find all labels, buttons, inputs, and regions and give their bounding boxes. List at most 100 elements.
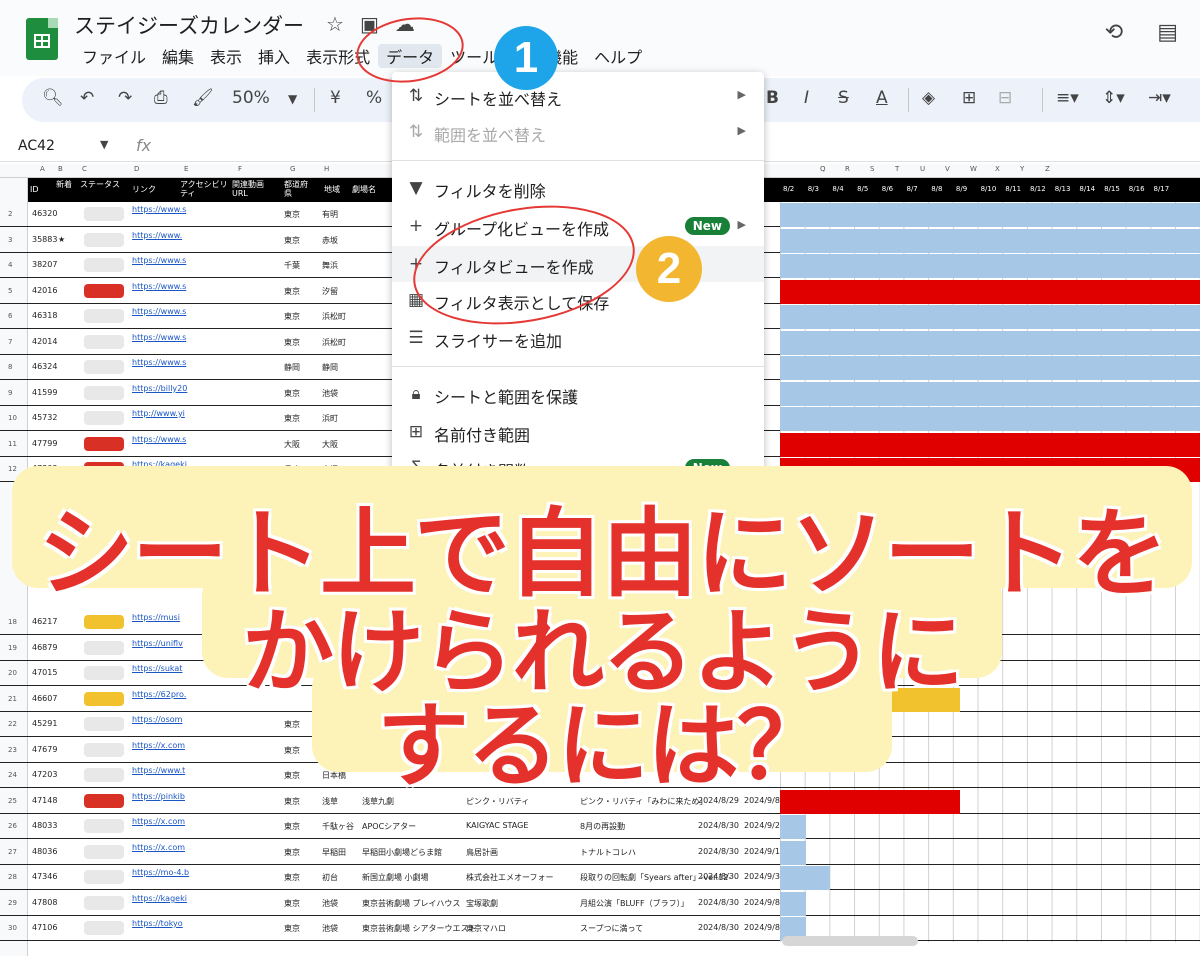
fill-color-icon[interactable]: ◈	[922, 88, 935, 108]
header-status[interactable]: ステータス	[80, 180, 120, 189]
paint-format-icon[interactable]: 🖌︎	[192, 88, 214, 108]
menu-item-add-slicer[interactable]: ☰ スライサーを追加	[392, 320, 764, 356]
date-header-cell[interactable]: 8/4	[832, 185, 843, 193]
column-letter[interactable]: X	[995, 165, 1000, 173]
cell-link[interactable]: https://www.s	[132, 307, 186, 316]
table-row[interactable]: 27 48036 https://x.com 東京 早稲田 早稲田小劇場どらま館 鳥居計画 ト…	[0, 840, 1200, 866]
menu-item-sort-sheet[interactable]: ⇅ シートを並べ替え ▶	[392, 78, 764, 114]
date-header-cell[interactable]: 8/8	[931, 185, 942, 193]
date-header-cell[interactable]: 8/6	[882, 185, 893, 193]
comments-icon[interactable]: ▤	[1157, 20, 1178, 45]
menu-view[interactable]: 表示	[202, 44, 250, 68]
date-header-cell[interactable]: 8/13	[1055, 185, 1071, 193]
cell-link[interactable]: https://www.s	[132, 256, 186, 265]
cell-link[interactable]: https://www.s	[132, 358, 186, 367]
header-accessibility[interactable]: アクセシビリティ	[180, 180, 228, 198]
header-area[interactable]: 地域	[324, 185, 340, 194]
column-letter[interactable]: S	[870, 165, 874, 173]
bold-icon[interactable]: B	[766, 88, 779, 108]
table-row[interactable]: 29 47808 https://kageki 東京 池袋 東京芸術劇場 プレイハウス 宝塚…	[0, 891, 1200, 917]
cell-link[interactable]: https://www.	[132, 231, 182, 240]
menu-file[interactable]: ファイル	[74, 44, 154, 68]
header-new[interactable]: 新着	[56, 180, 72, 189]
date-header-cell[interactable]: 8/11	[1005, 185, 1021, 193]
column-letter[interactable]: Y	[1020, 165, 1024, 173]
date-header-cell[interactable]: 8/5	[857, 185, 868, 193]
column-letter[interactable]: G	[290, 165, 295, 173]
column-letter[interactable]: B	[58, 165, 63, 173]
zoom-select[interactable]: 50%	[232, 88, 270, 108]
menu-item-remove-filter[interactable]: ▼ フィルタを削除	[392, 170, 764, 206]
version-history-icon[interactable]: ⟲	[1105, 20, 1123, 45]
date-header-cell[interactable]: 8/2	[783, 185, 794, 193]
vertical-align-icon[interactable]: ⇕▾	[1102, 88, 1125, 108]
column-letter[interactable]: Z	[1045, 165, 1050, 173]
column-letter[interactable]: D	[134, 165, 139, 173]
menu-help[interactable]: ヘルプ	[586, 44, 650, 68]
column-letter[interactable]: T	[895, 165, 899, 173]
date-header-cell[interactable]: 8/16	[1129, 185, 1145, 193]
column-letter[interactable]: E	[184, 165, 188, 173]
status-dropdown[interactable]	[84, 411, 124, 425]
redo-icon[interactable]: ↷	[118, 88, 132, 108]
column-letter[interactable]: W	[970, 165, 977, 173]
status-dropdown[interactable]	[84, 896, 124, 910]
cell-link[interactable]: https://x.com	[132, 817, 185, 826]
column-letter[interactable]: C	[82, 165, 87, 173]
sheets-logo-icon[interactable]	[26, 18, 58, 60]
text-wrap-icon[interactable]: ⇥▾	[1148, 88, 1171, 108]
date-header-cell[interactable]: 8/12	[1030, 185, 1046, 193]
date-header-cell[interactable]: 8/17	[1154, 185, 1170, 193]
column-letter[interactable]: U	[920, 165, 925, 173]
header-link[interactable]: リンク	[132, 185, 156, 194]
date-header-cell[interactable]: 8/7	[907, 185, 918, 193]
status-dropdown[interactable]	[84, 386, 124, 400]
status-dropdown[interactable]	[84, 819, 124, 833]
menu-edit[interactable]: 編集	[154, 44, 202, 68]
merge-cells-icon[interactable]: ⊟	[998, 88, 1012, 108]
name-box-chevron-icon[interactable]: ▼	[100, 138, 108, 151]
date-header-cell[interactable]: 8/10	[981, 185, 997, 193]
status-dropdown[interactable]	[84, 845, 124, 859]
column-letter[interactable]: R	[845, 165, 850, 173]
text-color-icon[interactable]: A	[876, 88, 888, 108]
header-prefecture[interactable]: 都道府県	[284, 180, 314, 198]
status-dropdown[interactable]	[84, 870, 124, 884]
print-icon[interactable]: ⎙	[154, 88, 168, 108]
status-dropdown[interactable]	[84, 233, 124, 247]
status-dropdown[interactable]	[84, 921, 124, 935]
status-dropdown[interactable]	[84, 335, 124, 349]
cell-link[interactable]: https://billy20	[132, 384, 187, 393]
column-letter[interactable]: Q	[820, 165, 826, 173]
status-dropdown[interactable]	[84, 360, 124, 374]
date-header-cell[interactable]: 8/3	[808, 185, 819, 193]
horizontal-scrollbar[interactable]	[782, 936, 918, 946]
menu-insert[interactable]: 挿入	[250, 44, 298, 68]
status-dropdown[interactable]	[84, 284, 124, 298]
currency-format-button[interactable]: ¥	[330, 88, 341, 108]
document-title[interactable]: ステイジーズカレンダー	[74, 10, 304, 40]
header-id[interactable]: ID	[30, 185, 39, 194]
borders-icon[interactable]: ⊞	[962, 88, 976, 108]
column-letter[interactable]: V	[945, 165, 950, 173]
cell-link[interactable]: https://www.s	[132, 333, 186, 342]
table-row[interactable]: 30 47106 https://tokyo 東京 池袋 東京芸術劇場 シアターウエスト東…	[0, 916, 1200, 942]
name-box[interactable]: AC42	[18, 138, 55, 154]
cell-link[interactable]: https://mo-4.b	[132, 868, 189, 877]
date-header-cell[interactable]: 8/14	[1079, 185, 1095, 193]
table-row[interactable]: 28 47346 https://mo-4.b 東京 初台 新国立劇場 小劇場 株式会社エメ…	[0, 865, 1200, 891]
status-dropdown[interactable]	[84, 309, 124, 323]
undo-icon[interactable]: ↶	[80, 88, 94, 108]
status-dropdown[interactable]	[84, 207, 124, 221]
menu-item-named-ranges[interactable]: ⊞ 名前付き範囲	[392, 414, 764, 450]
column-letter[interactable]: A	[40, 165, 45, 173]
cell-link[interactable]: https://tokyo	[132, 919, 183, 928]
cell-link[interactable]: https://kageki	[132, 894, 187, 903]
table-row[interactable]: 26 48033 https://x.com 東京 千駄ヶ谷 APOCシアター KAIGYA…	[0, 814, 1200, 840]
star-icon[interactable]: ☆	[326, 12, 344, 36]
cell-link[interactable]: https://www.s	[132, 205, 186, 214]
menu-item-protect-sheets[interactable]: 🔒︎ シートと範囲を保護	[392, 376, 764, 412]
strikethrough-icon[interactable]: S	[838, 88, 849, 108]
date-header-cell[interactable]: 8/15	[1104, 185, 1120, 193]
status-dropdown[interactable]	[84, 437, 124, 451]
